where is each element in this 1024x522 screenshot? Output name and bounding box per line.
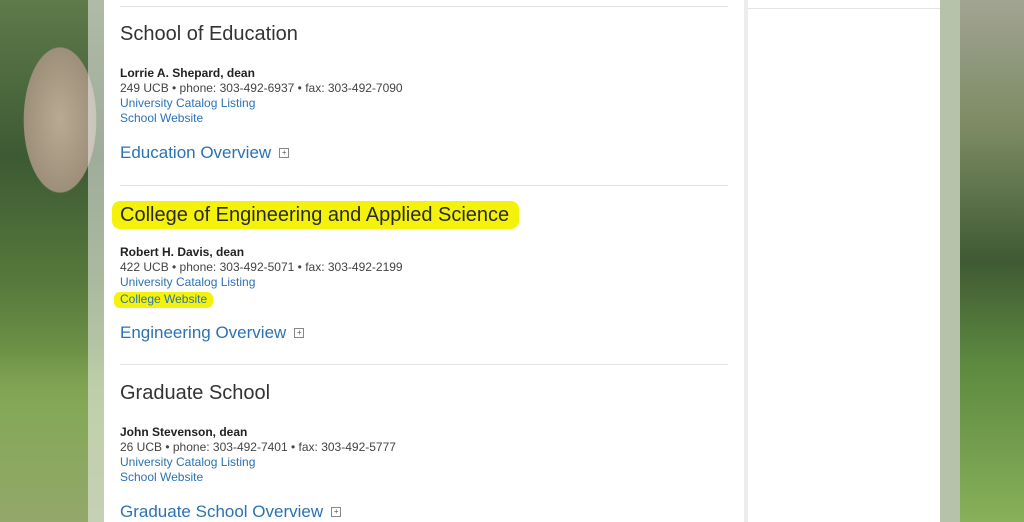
school-section-engineering: College of Engineering and Applied Scien… (112, 201, 728, 343)
school-section-graduate: Graduate School John Stevenson, dean 26 … (120, 381, 728, 522)
overview-link[interactable]: Engineering Overview (120, 323, 286, 342)
overview-link[interactable]: Graduate School Overview (120, 502, 323, 521)
sidebar (748, 0, 940, 522)
contact-info: 422 UCB • phone: 303-492-5071 • fax: 303… (120, 260, 403, 274)
background-photo-right (960, 0, 1024, 522)
page-frame-left (88, 0, 104, 522)
dean-name: Robert H. Davis, dean (120, 245, 245, 259)
section-title: School of Education (120, 23, 298, 45)
divider (120, 185, 728, 186)
overview-toggle[interactable]: Engineering Overview + (120, 323, 728, 343)
overview-toggle[interactable]: Education Overview + (120, 143, 728, 163)
expand-icon[interactable]: + (331, 507, 342, 517)
website-link[interactable]: School Website (120, 111, 728, 126)
divider (748, 8, 940, 9)
catalog-link[interactable]: University Catalog Listing (120, 275, 728, 290)
contact-info: 249 UCB • phone: 303-492-6937 • fax: 303… (120, 81, 403, 95)
section-title: Graduate School (120, 382, 271, 404)
catalog-link[interactable]: University Catalog Listing (120, 96, 728, 111)
expand-icon[interactable]: + (279, 148, 290, 158)
overview-toggle[interactable]: Graduate School Overview + (120, 502, 728, 522)
expand-icon[interactable]: + (294, 328, 305, 338)
website-link[interactable]: College Website (114, 292, 214, 308)
section-title: College of Engineering and Applied Scien… (112, 201, 520, 229)
main-content: School of Education Lorrie A. Shepard, d… (104, 0, 744, 522)
divider (120, 6, 728, 7)
page-frame-right (940, 0, 960, 522)
divider (120, 364, 728, 365)
dean-name: John Stevenson, dean (120, 425, 248, 439)
school-section-education: School of Education Lorrie A. Shepard, d… (120, 22, 728, 163)
dean-name: Lorrie A. Shepard, dean (120, 66, 255, 80)
website-link[interactable]: School Website (120, 470, 728, 485)
overview-link[interactable]: Education Overview (120, 143, 271, 162)
catalog-link[interactable]: University Catalog Listing (120, 455, 728, 470)
contact-info: 26 UCB • phone: 303-492-7401 • fax: 303-… (120, 440, 396, 454)
